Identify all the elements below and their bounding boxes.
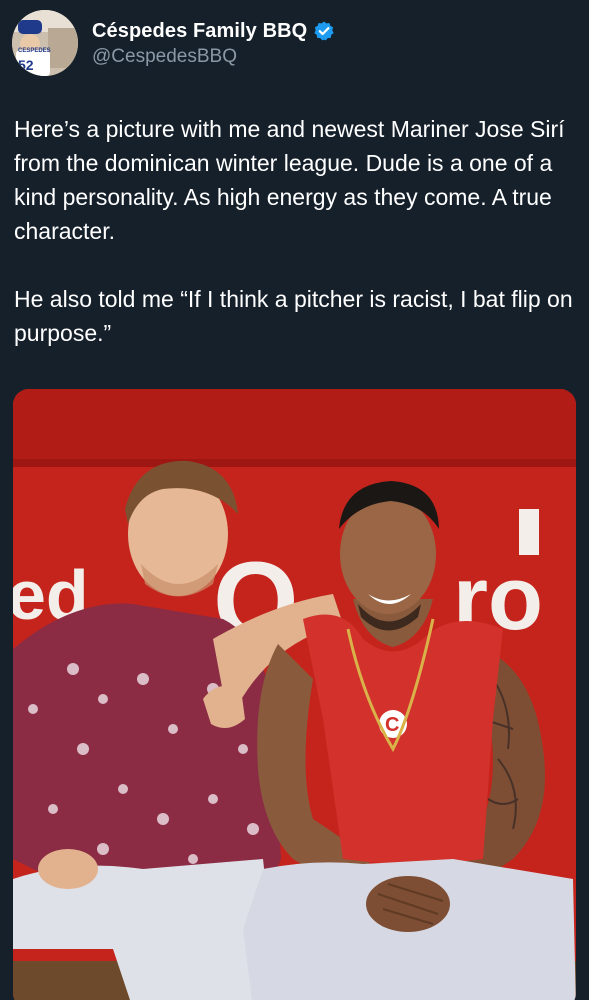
avatar-image: CESPEDES 52 <box>12 10 78 76</box>
svg-text:CESPEDES: CESPEDES <box>18 48 51 54</box>
name-row: Céspedes Family BBQ <box>92 18 335 44</box>
tweet-paragraph: He also told me “If I think a pitcher is… <box>14 286 573 346</box>
svg-text:52: 52 <box>18 57 34 73</box>
tweet-paragraph: Here’s a picture with me and newest Mari… <box>14 116 565 244</box>
verified-badge-icon[interactable] <box>313 20 335 42</box>
tweet-header: CESPEDES 52 Céspedes Family BBQ @Cespede… <box>12 10 577 76</box>
author-handle[interactable]: @CespedesBBQ <box>92 46 335 68</box>
author-names: Céspedes Family BBQ @CespedesBBQ <box>92 18 335 68</box>
author-display-name[interactable]: Céspedes Family BBQ <box>92 20 307 43</box>
author-avatar[interactable]: CESPEDES 52 <box>12 10 78 76</box>
photo-illustration: ed O ro C <box>13 389 576 1000</box>
jersey-logo: C <box>385 714 399 736</box>
tweet-body: Here’s a picture with me and newest Mari… <box>14 112 579 350</box>
tweet-photo[interactable]: ed O ro C <box>13 389 576 1000</box>
